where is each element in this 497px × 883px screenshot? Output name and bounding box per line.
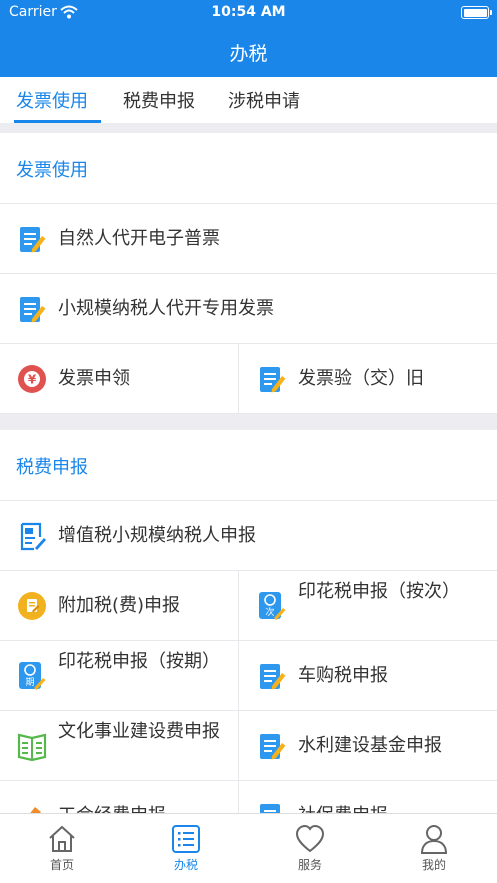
- tabbar-label: 办税: [173, 858, 198, 872]
- menu-item-label: 小规模纳税人代开专用发票: [58, 298, 274, 319]
- menu-item-invoice-verify[interactable]: 发票验（交）旧: [240, 344, 497, 414]
- svg-text:期: 期: [25, 677, 34, 688]
- document-pen-icon: [260, 664, 286, 690]
- home-icon: [49, 825, 75, 852]
- tabbar-mine[interactable]: 我的: [372, 814, 496, 883]
- menu-item-vehicle-tax[interactable]: 车购税申报: [240, 641, 497, 711]
- heart-icon: [295, 824, 325, 853]
- menu-item-label: 附加税(费)申报: [58, 595, 181, 616]
- status-time: 10:54 AM: [211, 4, 286, 20]
- tab-tax-application[interactable]: 涉税申请: [228, 87, 300, 113]
- yuan-coin-icon: ¥: [18, 365, 46, 393]
- document-pen-icon: [20, 297, 46, 323]
- list-item: 自然人代开电子普票: [0, 204, 497, 274]
- menu-item-label: 工会经费申报: [58, 804, 228, 813]
- menu-item-label: 文化事业建设费申报: [58, 721, 220, 742]
- tabbar-tax[interactable]: 办税: [124, 814, 248, 883]
- menu-item-culture-fee[interactable]: 文化事业建设费申报: [0, 711, 239, 781]
- tabbar-label: 服务: [297, 858, 322, 872]
- menu-item-stamp-tax-per-time[interactable]: 次 印花税申报（按次）: [240, 571, 497, 641]
- menu-item-label: 增值税小规模纳税人申报: [58, 525, 256, 546]
- menu-item-label: 发票验（交）旧: [298, 368, 424, 389]
- document-pen-icon: [260, 367, 286, 393]
- battery-icon: [461, 6, 492, 19]
- menu-item-union-fee[interactable]: 工会经费申报: [0, 781, 239, 813]
- list-item: 工会经费申报 社保费申报: [0, 781, 497, 813]
- menu-item-label: 印花税申报（按期）: [58, 651, 220, 672]
- section-title-invoice: 发票使用: [16, 160, 88, 181]
- menu-item-label: 车购税申报: [298, 665, 388, 686]
- tabbar-label: 我的: [421, 858, 446, 872]
- book-icon: [17, 733, 47, 761]
- surtax-coin-icon: [18, 592, 46, 620]
- document-pen-icon: [260, 734, 286, 760]
- document-pen-icon: [260, 804, 286, 813]
- menu-item-label: 水利建设基金申报: [298, 735, 442, 756]
- list-item: 小规模纳税人代开专用发票: [0, 274, 497, 344]
- menu-item-label: 发票申领: [58, 368, 130, 389]
- menu-item-special-invoice[interactable]: 小规模纳税人代开专用发票: [0, 274, 497, 344]
- menu-item-social-security[interactable]: 社保费申报: [240, 781, 497, 813]
- list-item: 文化事业建设费申报 水利建设基金申报: [0, 711, 497, 781]
- menu-item-label: 印花税申报（按次）: [298, 581, 460, 602]
- menu-item-surtax-declaration[interactable]: 附加税(费)申报: [0, 571, 239, 641]
- category-tabs: 发票使用 税费申报 涉税申请: [0, 77, 497, 123]
- list-item: 附加税(费)申报 次 印花税申报（按次）: [0, 571, 497, 641]
- menu-item-label: 自然人代开电子普票: [58, 228, 220, 249]
- tab-active-indicator: [14, 120, 101, 123]
- list-item: 增值税小规模纳税人申报: [0, 501, 497, 571]
- nav-bar: 办税: [0, 26, 497, 77]
- list-item: 期 印花税申报（按期） 车购税申报: [0, 641, 497, 711]
- pencil-icon: [30, 807, 41, 813]
- menu-item-label: 社保费申报: [298, 804, 487, 813]
- status-bar: Carrier 10:54 AM: [0, 0, 497, 26]
- page-title: 办税: [229, 43, 268, 65]
- list-icon: [172, 825, 200, 853]
- menu-item-natural-person-e-invoice[interactable]: 自然人代开电子普票: [0, 204, 497, 274]
- list-item: ¥ 发票申领 发票验（交）旧: [0, 344, 497, 414]
- svg-text:¥: ¥: [28, 373, 37, 387]
- person-icon: [420, 825, 448, 854]
- tabbar-label: 首页: [49, 858, 74, 872]
- bottom-tab-bar: 首页 办税 服务 我的: [0, 813, 497, 883]
- content-scroll[interactable]: 发票使用 自然人代开电子普票 小规模纳税人代开专用发票 ¥ 发票申领 发票验（交…: [0, 133, 497, 813]
- tabbar-home[interactable]: 首页: [0, 814, 124, 883]
- stamp-qi-icon: 期: [19, 662, 46, 690]
- section-title-declaration: 税费申报: [16, 457, 88, 478]
- document-pen-icon: [20, 227, 46, 253]
- tab-invoice-use[interactable]: 发票使用: [16, 87, 88, 113]
- tab-tax-declaration[interactable]: 税费申报: [123, 87, 195, 113]
- tabbar-service[interactable]: 服务: [248, 814, 372, 883]
- vat-document-icon: [20, 522, 46, 551]
- section-header-invoice: 发票使用: [0, 133, 497, 204]
- menu-item-vat-declaration[interactable]: 增值税小规模纳税人申报: [0, 501, 497, 571]
- menu-item-stamp-tax-per-period[interactable]: 期 印花税申报（按期）: [0, 641, 239, 711]
- svg-text:次: 次: [265, 606, 274, 618]
- stamp-ci-icon: 次: [259, 592, 286, 620]
- menu-item-water-fund[interactable]: 水利建设基金申报: [240, 711, 497, 781]
- section-header-declaration: 税费申报: [0, 430, 497, 501]
- menu-item-invoice-apply[interactable]: ¥ 发票申领: [0, 344, 239, 414]
